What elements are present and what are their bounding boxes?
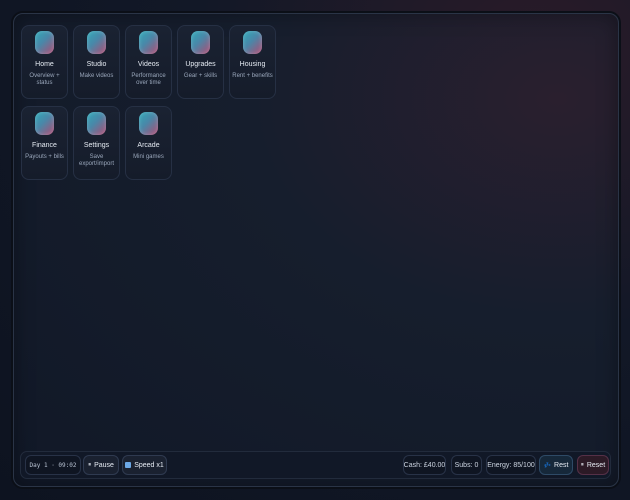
app-tile-settings[interactable]: Settings Save export/import xyxy=(73,106,120,180)
arcade-icon xyxy=(139,112,158,135)
reset-button-label: Reset xyxy=(586,461,606,469)
app-window: Home Overview + status Studio Make video… xyxy=(13,13,619,487)
app-tile-subtitle: Overview + status xyxy=(29,73,60,86)
rest-icon: 💤 xyxy=(543,462,552,469)
app-tile-videos[interactable]: Videos Performance over time xyxy=(125,25,172,99)
home-icon xyxy=(35,31,54,54)
app-tile-studio[interactable]: Studio Make videos xyxy=(73,25,120,99)
rest-button[interactable]: 💤 Rest xyxy=(539,455,573,475)
rest-button-label: Rest xyxy=(554,461,569,469)
speed-icon xyxy=(125,462,132,468)
app-tile-title: Videos xyxy=(137,61,160,68)
videos-icon xyxy=(139,31,158,54)
pause-button-label: Pause xyxy=(94,461,114,469)
app-tile-title: Upgrades xyxy=(185,61,216,68)
app-tile-upgrades[interactable]: Upgrades Gear + skills xyxy=(177,25,224,99)
desktop-background: Home Overview + status Studio Make video… xyxy=(0,0,630,500)
studio-icon xyxy=(87,31,106,54)
subs-readout: Subs: 0 xyxy=(451,455,482,475)
app-tile-finance[interactable]: Finance Payouts + bills xyxy=(21,106,68,180)
pause-icon: ⏸ xyxy=(88,461,92,468)
app-launcher-grid: Home Overview + status Studio Make video… xyxy=(21,25,276,180)
game-clock: Day 1 · 09:02 xyxy=(25,455,81,475)
app-tile-title: Arcade xyxy=(137,142,160,149)
app-tile-subtitle: Rent + benefits xyxy=(232,73,273,79)
app-tile-subtitle: Mini games xyxy=(133,154,164,160)
app-tile-subtitle: Gear + skills xyxy=(183,73,218,79)
app-tile-title: Home xyxy=(35,61,54,68)
housing-icon xyxy=(243,31,262,54)
reset-button[interactable]: ⏸ Reset xyxy=(577,455,609,475)
app-tile-subtitle: Payouts + bills xyxy=(25,154,64,160)
app-tile-home[interactable]: Home Overview + status xyxy=(21,25,68,99)
app-tile-title: Housing xyxy=(239,61,266,68)
pause-button[interactable]: ⏸ Pause xyxy=(83,455,119,475)
app-tile-title: Settings xyxy=(83,142,110,149)
upgrades-icon xyxy=(191,31,210,54)
speed-button-label: Speed x1 xyxy=(134,461,164,469)
reset-icon: ⏸ xyxy=(580,461,584,468)
cash-readout: Cash: £40.00 xyxy=(403,455,446,475)
app-tile-subtitle: Save export/import xyxy=(78,154,114,167)
app-tile-subtitle: Make videos xyxy=(79,73,114,79)
speed-button[interactable]: Speed x1 xyxy=(122,455,167,475)
status-bar: Day 1 · 09:02 ⏸ Pause Speed x1 Cash: £40… xyxy=(20,451,611,479)
app-tile-housing[interactable]: Housing Rent + benefits xyxy=(229,25,276,99)
app-tile-subtitle: Performance over time xyxy=(131,73,166,86)
finance-icon xyxy=(35,112,54,135)
settings-icon xyxy=(87,112,106,135)
energy-readout: Energy: 85/100 xyxy=(486,455,536,475)
app-tile-title: Finance xyxy=(32,142,57,149)
app-tile-title: Studio xyxy=(86,61,107,68)
app-tile-arcade[interactable]: Arcade Mini games xyxy=(125,106,172,180)
